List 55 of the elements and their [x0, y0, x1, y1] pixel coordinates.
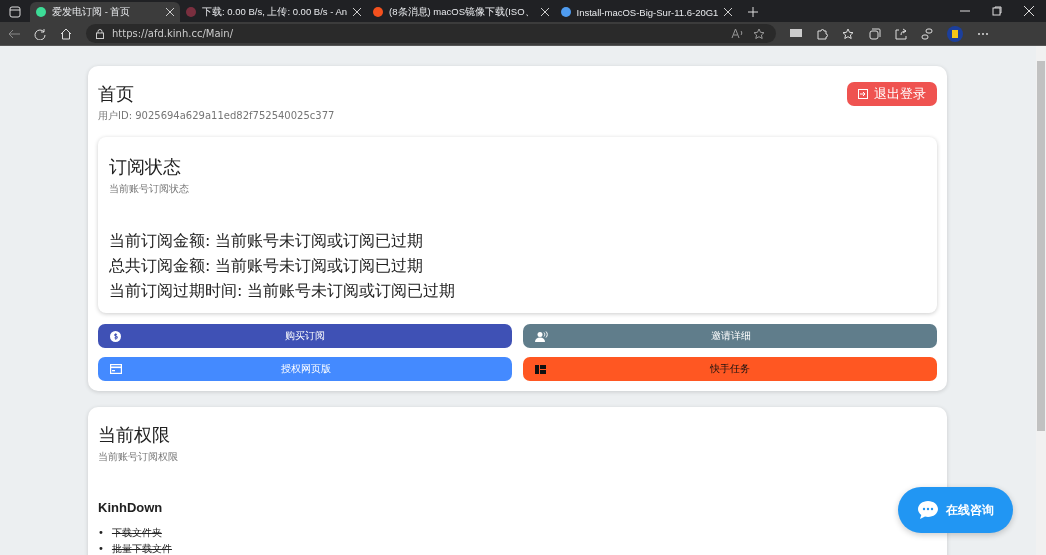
section-title: 订阅状态	[109, 155, 182, 179]
tab-title: 爱发电订阅 - 首页	[52, 5, 132, 19]
back-icon[interactable]	[8, 28, 20, 39]
browser-tab[interactable]: Install-macOS-Big-Sur-11.6-20G1	[554, 2, 739, 22]
action-button[interactable]: 购买订阅	[98, 324, 512, 348]
refresh-icon[interactable]	[34, 27, 46, 40]
restore-icon[interactable]	[992, 6, 1002, 16]
action-button[interactable]: 快手任务	[523, 357, 937, 381]
grid-icon	[535, 364, 546, 374]
link-icon[interactable]	[921, 27, 933, 40]
browser-tab[interactable]: 下载: 0.00 B/s, 上传: 0.00 B/s - An	[180, 2, 368, 22]
logout-icon	[858, 89, 868, 99]
puzzle-icon[interactable]	[816, 27, 828, 40]
close-tab-icon[interactable]	[353, 8, 362, 16]
star-plus-icon[interactable]	[753, 27, 766, 40]
close-tab-icon[interactable]	[540, 8, 549, 16]
bullet: •	[98, 542, 104, 555]
status-line: 当前订阅过期时间: 当前账号未订阅或订阅已过期	[109, 280, 457, 302]
browser-tab[interactable]: 爱发电订阅 - 首页	[30, 2, 180, 22]
tab-title: Install-macOS-Big-Sur-11.6-20G1	[576, 6, 719, 18]
logout-button[interactable]: 退出登录	[847, 82, 937, 106]
person-voice-icon	[535, 330, 548, 342]
product-name: KinhDown	[98, 500, 163, 515]
status-line: 总共订阅金额: 当前账号未订阅或订阅已过期	[109, 255, 425, 277]
chat-bubble-icon	[917, 500, 939, 520]
close-tab-icon[interactable]	[724, 8, 733, 16]
close-icon[interactable]	[1024, 6, 1034, 16]
address-bar[interactable]: https://afd.kinh.cc/Main/	[86, 24, 776, 43]
share-icon[interactable]	[895, 27, 907, 40]
home-icon[interactable]	[60, 27, 72, 40]
page-title: 首页	[98, 82, 135, 106]
feature-item: 批量下载文件	[111, 542, 172, 555]
card-icon	[110, 364, 122, 374]
tab-actions-icon[interactable]	[9, 6, 21, 18]
new-tab-icon[interactable]	[748, 7, 759, 17]
section-subtitle: 当前账号订阅状态	[109, 182, 190, 196]
user-id: 用户ID: 9025694a629a11ed82f752540025c377	[98, 109, 335, 123]
more-icon[interactable]	[977, 31, 989, 36]
close-tab-icon[interactable]	[166, 8, 174, 16]
favorites-icon[interactable]	[842, 27, 855, 40]
url-text: https://afd.kinh.cc/Main/	[112, 28, 235, 39]
status-line: 当前订阅金额: 当前账号未订阅或订阅已过期	[109, 230, 425, 252]
section-title: 当前权限	[98, 423, 171, 447]
browser-tab[interactable]: (8条消息) macOS镜像下载(ISO、	[367, 2, 555, 22]
tab-title: (8条消息) macOS镜像下载(ISO、	[389, 5, 535, 19]
lock-icon	[96, 28, 104, 39]
profile-icon[interactable]	[947, 25, 963, 42]
feature-item: 下载文件夹	[111, 526, 162, 540]
action-button[interactable]: 邀请详细	[523, 324, 937, 348]
tab-title: 下载: 0.00 B/s, 上传: 0.00 B/s - An	[202, 5, 348, 19]
section-subtitle: 当前账号订阅权限	[98, 450, 179, 464]
tabs-plus-icon[interactable]	[869, 27, 881, 40]
dollar-coin-icon	[110, 330, 121, 342]
bullet: •	[98, 526, 104, 540]
read-aloud-icon[interactable]	[731, 28, 745, 39]
